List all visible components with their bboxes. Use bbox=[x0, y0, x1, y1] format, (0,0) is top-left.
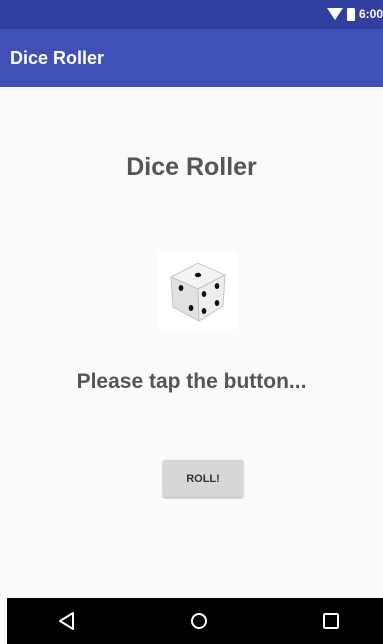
home-icon[interactable] bbox=[188, 611, 210, 631]
phone-screen: 6:00 Dice Roller Dice Roller Please tap bbox=[0, 0, 383, 644]
clock-time: 6:00 bbox=[358, 7, 383, 21]
page-heading: Dice Roller bbox=[126, 153, 257, 181]
instruction-text: Please tap the button... bbox=[76, 370, 307, 393]
status-icons: 6:00 bbox=[326, 7, 383, 21]
dice-icon bbox=[158, 252, 238, 329]
dice-image bbox=[158, 252, 238, 329]
app-title: Dice Roller bbox=[10, 48, 105, 68]
recents-icon[interactable] bbox=[320, 611, 342, 631]
status-bar: 6:00 bbox=[0, 0, 383, 29]
battery-icon bbox=[346, 7, 355, 21]
app-toolbar: Dice Roller bbox=[0, 29, 383, 87]
wifi-icon bbox=[326, 8, 343, 20]
roll-button[interactable]: ROLL! bbox=[163, 460, 243, 497]
navigation-bar bbox=[7, 598, 383, 644]
back-icon[interactable] bbox=[56, 611, 78, 631]
